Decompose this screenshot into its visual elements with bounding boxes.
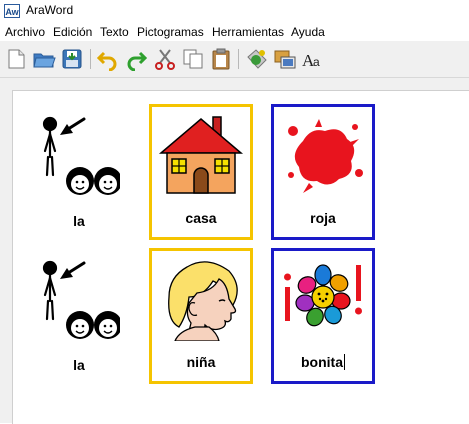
menu-pictogramas[interactable]: Pictogramas (137, 25, 204, 39)
document-workspace: la casa roja la niña bonita (0, 78, 469, 424)
toolbar-separator (238, 49, 239, 69)
title-bar: Aw AraWord (0, 0, 469, 22)
text-caret (344, 354, 345, 370)
girl-pictogram (168, 261, 238, 341)
cell-label-text: bonita (301, 354, 343, 370)
cut-icon[interactable] (153, 47, 177, 71)
font-icon[interactable]: Aa (301, 47, 325, 71)
cell-label: casa (185, 210, 217, 226)
copy-icon[interactable] (181, 47, 205, 71)
toolbar-separator (90, 49, 91, 69)
menu-bar: Archivo Edición Texto Pictogramas Herram… (0, 22, 469, 41)
article-la-pictogram (42, 116, 120, 195)
red-splash-pictogram (288, 119, 363, 193)
menu-herramientas[interactable]: Herramientas (212, 25, 284, 39)
save-icon[interactable] (60, 47, 84, 71)
cell-label: la (73, 357, 85, 373)
window-title: AraWord (26, 3, 74, 17)
pictogram-cell[interactable]: roja (271, 104, 375, 240)
image-swap-icon[interactable] (273, 47, 297, 71)
paste-icon[interactable] (209, 47, 233, 71)
app-icon: Aw (4, 4, 20, 18)
document-page[interactable]: la casa roja la niña bonita (12, 90, 469, 424)
open-folder-icon[interactable] (32, 47, 56, 71)
menu-ayuda[interactable]: Ayuda (291, 25, 325, 39)
redo-icon[interactable] (124, 47, 148, 72)
pretty-flower-pictogram (284, 264, 362, 327)
menu-texto[interactable]: Texto (100, 25, 129, 39)
house-pictogram (158, 116, 244, 194)
pictogram-cell[interactable]: la (27, 251, 131, 387)
cell-label: roja (310, 210, 336, 226)
pictogram-cell[interactable]: la (27, 107, 131, 243)
toolbar: Aa (0, 41, 469, 78)
new-document-icon[interactable] (4, 47, 28, 71)
cell-label: la (73, 213, 85, 229)
undo-icon[interactable] (96, 47, 120, 72)
article-la-pictogram (42, 260, 120, 339)
pictogram-cell[interactable]: casa (149, 104, 253, 240)
pictogram-settings-icon[interactable] (245, 47, 269, 71)
pictogram-cell[interactable]: bonita (271, 248, 375, 384)
cell-label: bonita (274, 354, 372, 370)
cell-label: niña (186, 354, 216, 370)
svg-text:a: a (313, 55, 320, 69)
pictogram-cell[interactable]: niña (149, 248, 253, 384)
menu-archivo[interactable]: Archivo (5, 25, 45, 39)
menu-edicion[interactable]: Edición (53, 25, 92, 39)
